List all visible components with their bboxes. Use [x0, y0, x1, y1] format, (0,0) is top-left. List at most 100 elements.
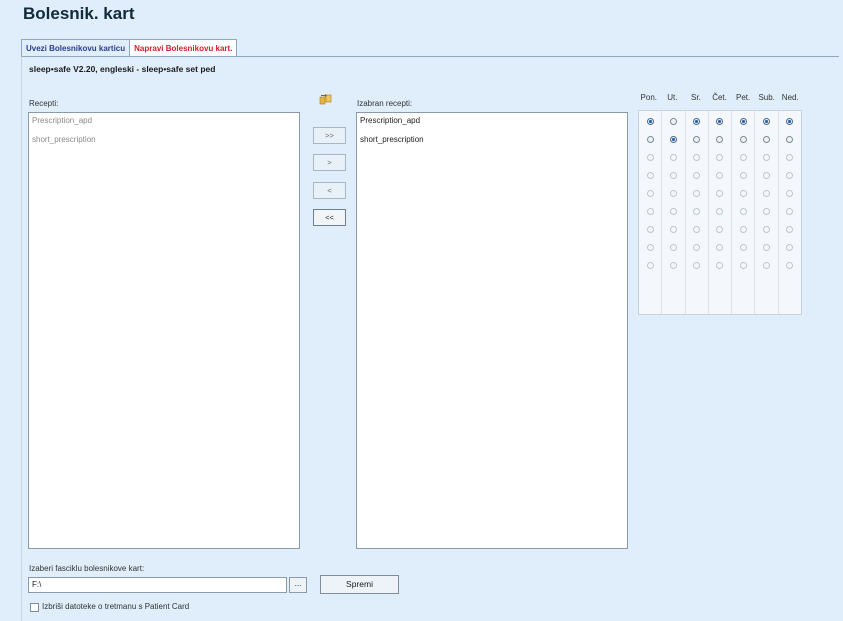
add-all-button[interactable]: >> [313, 127, 346, 144]
selected-prescriptions-list[interactable]: Prescription_apd short_prescription [356, 112, 628, 549]
day-radio [763, 244, 771, 251]
day-radio [646, 262, 654, 269]
day-radio [669, 190, 677, 197]
list-item[interactable]: short_prescription [29, 132, 299, 151]
day-radio [786, 172, 794, 179]
day-radio [739, 172, 747, 179]
day-radio [786, 226, 794, 233]
day-radio [739, 154, 747, 161]
day-label: Sr. [691, 93, 701, 102]
day-radio [716, 262, 724, 269]
day-radio [739, 262, 747, 269]
day-radio[interactable] [716, 118, 724, 125]
day-radio[interactable] [693, 136, 701, 143]
day-radio [716, 244, 724, 251]
day-radio[interactable] [646, 136, 654, 143]
day-column [779, 111, 801, 314]
day-radio [669, 208, 677, 215]
day-label: Pet. [735, 93, 751, 102]
day-radio[interactable] [669, 118, 677, 125]
day-radio [693, 190, 701, 197]
day-radio [693, 208, 701, 215]
day-radio [646, 244, 654, 251]
day-radio [716, 154, 724, 161]
day-radio[interactable] [786, 136, 794, 143]
day-radio [669, 262, 677, 269]
day-column [755, 111, 779, 314]
day-label: Ned. [781, 93, 799, 102]
day-column [686, 111, 709, 314]
day-radio [646, 226, 654, 233]
day-column [662, 111, 686, 314]
day-radio [739, 190, 747, 197]
day-radio [763, 154, 771, 161]
list-item[interactable]: Prescription_apd [357, 113, 627, 132]
remove-all-button[interactable]: << [313, 209, 346, 226]
selected-prescriptions-label: Izabran recepti: [357, 99, 413, 108]
tab-bar: Uvezi Bolesnikovu karticu Napravi Bolesn… [21, 39, 238, 57]
day-radio[interactable] [693, 118, 701, 125]
swap-icon[interactable] [319, 93, 333, 107]
day-label: Čet. [712, 93, 727, 102]
save-button[interactable]: Spremi [320, 575, 399, 594]
day-radio [693, 172, 701, 179]
list-item[interactable]: short_prescription [357, 132, 627, 151]
day-label: Sub. [758, 93, 775, 102]
delete-treatment-files-label: Izbriši datoteke o tretmanu s Patient Ca… [42, 602, 190, 611]
weekday-header: Pon. Ut. Sr. Čet. Pet. Sub. Ned. [637, 93, 802, 102]
day-radio [763, 226, 771, 233]
page-title: Bolesnik. kart [23, 4, 135, 23]
day-radio [716, 226, 724, 233]
list-item[interactable]: Prescription_apd [29, 113, 299, 132]
day-radio [669, 244, 677, 251]
day-radio [693, 226, 701, 233]
day-radio[interactable] [786, 118, 794, 125]
set-title: sleep•safe V2.20, engleski - sleep•safe … [29, 64, 216, 74]
day-radio [716, 172, 724, 179]
folder-path-input[interactable]: F:\ [28, 577, 287, 593]
folder-label: Izaberi fasciklu bolesnikove kart: [29, 564, 145, 573]
day-radio [669, 154, 677, 161]
day-radio [646, 154, 654, 161]
day-radio [716, 190, 724, 197]
day-radio[interactable] [763, 118, 771, 125]
day-radio [763, 208, 771, 215]
day-radio [716, 208, 724, 215]
day-radio[interactable] [646, 118, 654, 125]
day-radio [693, 262, 701, 269]
remove-one-button[interactable]: < [313, 182, 346, 199]
day-radio [763, 172, 771, 179]
available-prescriptions-label: Recepti: [29, 99, 59, 108]
day-radio [669, 226, 677, 233]
day-radio [693, 154, 701, 161]
day-radio[interactable] [716, 136, 724, 143]
create-card-panel: sleep•safe V2.20, engleski - sleep•safe … [21, 56, 839, 621]
day-radio[interactable] [669, 136, 677, 143]
day-radio[interactable] [739, 118, 747, 125]
day-column [709, 111, 733, 314]
day-radio [646, 208, 654, 215]
day-radio [739, 244, 747, 251]
day-column [732, 111, 756, 314]
day-radio [669, 172, 677, 179]
available-prescriptions-list[interactable]: Prescription_apd short_prescription [28, 112, 300, 549]
day-radio[interactable] [739, 136, 747, 143]
day-column [639, 111, 663, 314]
day-radio [763, 262, 771, 269]
weekday-schedule-grid [638, 110, 802, 315]
day-radio [786, 244, 794, 251]
day-radio [786, 190, 794, 197]
add-one-button[interactable]: > [313, 154, 346, 171]
day-radio [646, 172, 654, 179]
day-radio [786, 208, 794, 215]
day-label: Ut. [667, 93, 678, 102]
tab-create-patient-card[interactable]: Napravi Bolesnikovu kart. [129, 39, 238, 57]
day-radio [739, 208, 747, 215]
browse-button[interactable]: ... [289, 577, 307, 593]
delete-treatment-files-checkbox[interactable] [30, 603, 39, 612]
day-radio [786, 154, 794, 161]
day-radio[interactable] [763, 136, 771, 143]
tab-import-patient-card[interactable]: Uvezi Bolesnikovu karticu [21, 39, 130, 56]
day-radio [786, 262, 794, 269]
day-label: Pon. [640, 93, 658, 102]
